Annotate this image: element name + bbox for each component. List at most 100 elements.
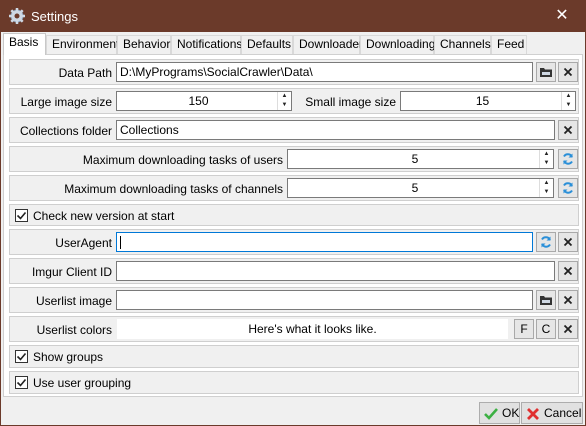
refresh-icon bbox=[563, 153, 573, 165]
userlist-image-input[interactable] bbox=[116, 290, 533, 310]
window-title: Settings bbox=[31, 9, 78, 24]
checkmark-icon bbox=[484, 408, 498, 420]
user-agent-label: UserAgent bbox=[55, 236, 112, 250]
collections-input[interactable]: Collections bbox=[116, 120, 555, 140]
color-preview: Here's what it looks like. bbox=[117, 319, 508, 339]
clear-colors-button[interactable] bbox=[558, 319, 578, 339]
imgur-row: Imgur Client ID bbox=[9, 258, 579, 284]
large-image-spinner[interactable]: ▲ ▼ bbox=[277, 92, 291, 110]
spin-down-icon[interactable]: ▼ bbox=[540, 188, 553, 197]
max-channels-value: 5 bbox=[411, 181, 419, 195]
close-icon bbox=[563, 67, 573, 77]
gear-icon bbox=[9, 8, 25, 24]
clear-user-agent-button[interactable] bbox=[558, 232, 578, 252]
cancel-label: Cancel bbox=[544, 406, 582, 420]
close-button[interactable]: ✕ bbox=[539, 1, 585, 32]
max-users-value: 5 bbox=[411, 152, 419, 166]
checkmark-icon bbox=[16, 352, 27, 361]
tab-notifications[interactable]: Notifications bbox=[171, 35, 242, 54]
userlist-colors-label: Userlist colors bbox=[36, 323, 112, 337]
max-users-spinner[interactable]: ▲ ▼ bbox=[539, 150, 553, 168]
refresh-max-channels-button[interactable] bbox=[558, 178, 578, 198]
tab-downloading[interactable]: Downloading bbox=[360, 35, 435, 54]
tab-downloader[interactable]: Downloader bbox=[293, 35, 363, 54]
tab-environment[interactable]: Environment bbox=[46, 35, 119, 54]
clear-data-path-button[interactable] bbox=[558, 62, 578, 82]
text-caret bbox=[120, 236, 121, 250]
basis-tab-page: Data Path D:\MyPrograms\SocialCrawler\Da… bbox=[3, 54, 583, 397]
spin-down-icon[interactable]: ▼ bbox=[278, 101, 291, 110]
tab-strip: Basis Environment Behavior Notifications… bbox=[3, 33, 585, 55]
show-groups-label[interactable]: Show groups bbox=[33, 350, 103, 364]
browse-image-button[interactable] bbox=[536, 290, 556, 310]
check-version-row: Check new version at start bbox=[9, 204, 579, 226]
data-path-input[interactable]: D:\MyPrograms\SocialCrawler\Data\ bbox=[116, 62, 533, 82]
refresh-icon bbox=[541, 236, 551, 248]
collections-label: Collections folder bbox=[19, 124, 112, 138]
tab-behavior[interactable]: Behavior bbox=[117, 35, 171, 54]
close-icon bbox=[563, 125, 573, 135]
data-path-label: Data Path bbox=[58, 66, 112, 80]
ok-label: OK bbox=[502, 406, 520, 420]
cancel-button[interactable]: Cancel bbox=[521, 402, 583, 424]
tab-basis[interactable]: Basis bbox=[3, 33, 46, 55]
refresh-max-users-button[interactable] bbox=[558, 149, 578, 169]
large-image-size-value: 150 bbox=[188, 94, 209, 108]
imgur-label: Imgur Client ID bbox=[31, 265, 112, 279]
max-channels-row: Maximum downloading tasks of channels 5 … bbox=[9, 175, 579, 201]
clear-userlist-image-button[interactable] bbox=[558, 290, 578, 310]
settings-window: Settings ✕ Basis Environment Behavior No… bbox=[0, 0, 586, 426]
spin-up-icon[interactable]: ▲ bbox=[278, 92, 291, 101]
data-path-row: Data Path D:\MyPrograms\SocialCrawler\Da… bbox=[9, 59, 579, 85]
checkmark-icon bbox=[16, 378, 27, 387]
user-grouping-label[interactable]: Use user grouping bbox=[33, 376, 131, 390]
max-channels-spinner[interactable]: ▲ ▼ bbox=[539, 179, 553, 197]
user-agent-row: UserAgent bbox=[9, 229, 579, 255]
userlist-image-row: Userlist image bbox=[9, 287, 579, 313]
max-users-label: Maximum downloading tasks of users bbox=[82, 153, 283, 167]
spin-up-icon[interactable]: ▲ bbox=[540, 150, 553, 159]
spin-up-icon[interactable]: ▲ bbox=[562, 92, 575, 101]
refresh-user-agent-button[interactable] bbox=[536, 232, 556, 252]
max-users-input[interactable]: 5 ▲ ▼ bbox=[287, 149, 554, 169]
collections-row: Collections folder Collections bbox=[9, 117, 579, 143]
show-groups-checkbox[interactable] bbox=[15, 350, 28, 363]
close-icon bbox=[563, 266, 573, 276]
max-users-row: Maximum downloading tasks of users 5 ▲ ▼ bbox=[9, 146, 579, 172]
tab-defaults[interactable]: Defaults bbox=[241, 35, 293, 54]
show-groups-row: Show groups bbox=[9, 345, 579, 368]
small-image-size-value: 15 bbox=[475, 94, 490, 108]
clear-collections-button[interactable] bbox=[558, 120, 578, 140]
imgur-client-id-input[interactable] bbox=[116, 261, 555, 281]
spin-up-icon[interactable]: ▲ bbox=[540, 179, 553, 188]
cancel-icon bbox=[527, 408, 539, 420]
spin-down-icon[interactable]: ▼ bbox=[540, 159, 553, 168]
user-agent-input[interactable] bbox=[116, 232, 533, 252]
large-image-label: Large image size bbox=[20, 95, 112, 109]
image-size-row: Large image size 150 ▲ ▼ Small image size… bbox=[9, 88, 579, 114]
small-image-spinner[interactable]: ▲ ▼ bbox=[561, 92, 575, 110]
spin-down-icon[interactable]: ▼ bbox=[562, 101, 575, 110]
font-color-button[interactable]: F bbox=[514, 319, 534, 339]
user-grouping-checkbox[interactable] bbox=[15, 376, 28, 389]
max-channels-label: Maximum downloading tasks of channels bbox=[64, 182, 283, 196]
close-icon bbox=[563, 237, 573, 247]
title-bar[interactable]: Settings ✕ bbox=[1, 1, 585, 32]
small-image-size-input[interactable]: 15 ▲ ▼ bbox=[400, 91, 576, 111]
max-channels-input[interactable]: 5 ▲ ▼ bbox=[287, 178, 554, 198]
tab-channels[interactable]: Channels bbox=[434, 35, 491, 54]
large-image-size-input[interactable]: 150 ▲ ▼ bbox=[116, 91, 292, 111]
small-image-label: Small image size bbox=[305, 95, 396, 109]
ok-button[interactable]: OK bbox=[479, 402, 520, 424]
folder-icon bbox=[540, 68, 552, 77]
userlist-colors-row: Userlist colors Here's what it looks lik… bbox=[9, 316, 579, 342]
open-folder-button[interactable] bbox=[536, 62, 556, 82]
clear-imgur-button[interactable] bbox=[558, 261, 578, 281]
back-color-button[interactable]: C bbox=[536, 319, 556, 339]
checkmark-icon bbox=[16, 211, 27, 220]
check-version-label[interactable]: Check new version at start bbox=[33, 209, 174, 223]
tab-feed[interactable]: Feed bbox=[491, 35, 527, 54]
user-grouping-row: Use user grouping bbox=[9, 371, 579, 394]
close-icon bbox=[563, 324, 573, 334]
check-version-checkbox[interactable] bbox=[15, 209, 28, 222]
